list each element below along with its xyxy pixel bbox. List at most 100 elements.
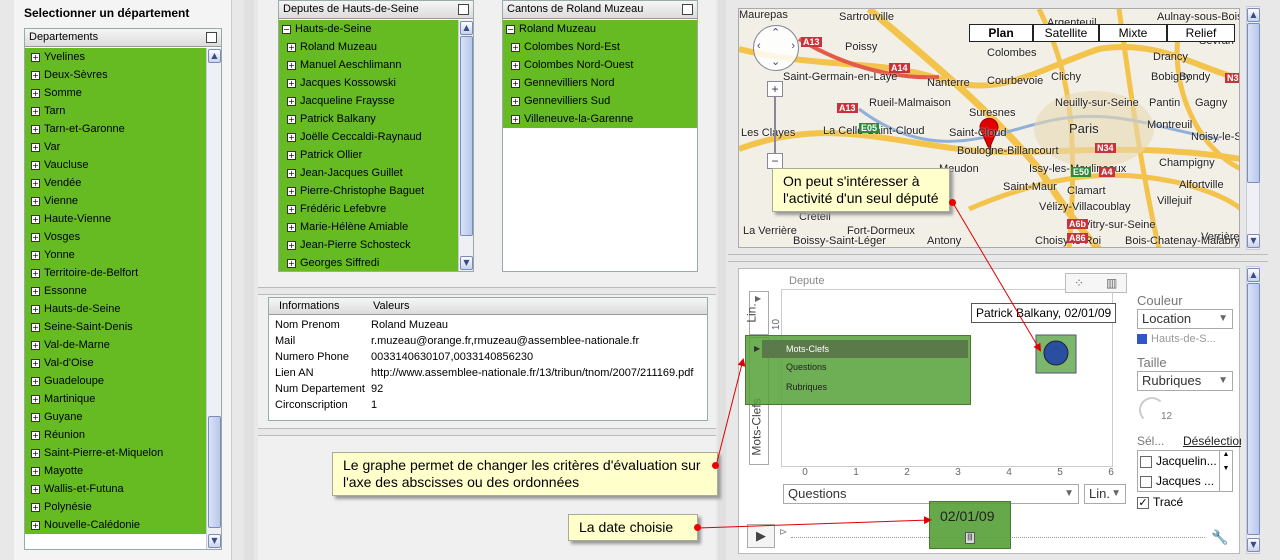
expand-icon[interactable]: + bbox=[287, 204, 296, 214]
expand-icon[interactable]: + bbox=[31, 466, 40, 476]
expand-icon[interactable]: + bbox=[287, 186, 296, 196]
expand-icon[interactable]: + bbox=[31, 250, 40, 260]
deselect-link[interactable]: Désélection bbox=[1183, 434, 1241, 448]
dept-list-item[interactable]: + Haute-Vienne bbox=[25, 210, 206, 228]
dept-list-item[interactable]: + Hauts-de-Seine bbox=[25, 300, 206, 318]
bubble-view-icon[interactable]: ⁘ bbox=[1074, 276, 1084, 290]
axis-popup[interactable]: Mots-Clefs ▶ Questions Rubriques bbox=[745, 335, 971, 405]
dept-list-item[interactable]: + Yvelines bbox=[25, 48, 206, 66]
dept-list-item[interactable]: + Guyane bbox=[25, 408, 206, 426]
dept-list-item[interactable]: + Tarn bbox=[25, 102, 206, 120]
dept-list-item[interactable]: + Var bbox=[25, 138, 206, 156]
deputes-root-item[interactable]: − Hauts-de-Seine bbox=[279, 20, 458, 38]
expand-icon[interactable]: + bbox=[31, 178, 40, 188]
scroll-down-icon[interactable]: ▼ bbox=[460, 256, 473, 270]
play-button[interactable]: ▶ bbox=[747, 524, 775, 548]
zoom-slider[interactable]: + − bbox=[767, 81, 783, 169]
dept-list-item[interactable]: + Essonne bbox=[25, 282, 206, 300]
dept-list-item[interactable]: + Vendée bbox=[25, 174, 206, 192]
map-type-plan[interactable]: Plan bbox=[969, 24, 1033, 42]
expand-icon[interactable]: + bbox=[31, 196, 40, 206]
dept-list-item[interactable]: + Guadeloupe bbox=[25, 372, 206, 390]
depute-list-item[interactable]: + Jacqueline Fraysse bbox=[279, 92, 458, 110]
right-splitter-h[interactable] bbox=[728, 254, 1268, 262]
collapse-icon[interactable]: − bbox=[506, 24, 515, 34]
expand-icon[interactable]: + bbox=[287, 96, 296, 106]
popup-item-mots-clefs[interactable]: Mots-Clefs bbox=[762, 340, 968, 358]
collapse-icon[interactable]: − bbox=[282, 24, 291, 34]
dept-list-item[interactable]: + Martinique bbox=[25, 390, 206, 408]
expand-icon[interactable]: + bbox=[287, 150, 296, 160]
expand-icon[interactable]: + bbox=[31, 412, 40, 422]
expand-icon[interactable]: + bbox=[31, 322, 40, 332]
map-type-mixte[interactable]: Mixte bbox=[1099, 24, 1167, 42]
cantons-root-item[interactable]: − Roland Muzeau bbox=[503, 20, 697, 38]
expand-icon[interactable]: + bbox=[31, 232, 40, 242]
depute-list-item[interactable]: + Manuel Aeschlimann bbox=[279, 56, 458, 74]
depute-list-item[interactable]: + Joëlle Ceccaldi-Raynaud bbox=[279, 128, 458, 146]
expand-icon[interactable]: + bbox=[31, 52, 40, 62]
expand-icon[interactable]: + bbox=[31, 304, 40, 314]
expand-icon[interactable]: + bbox=[31, 340, 40, 350]
popup-item-rubriques[interactable]: Rubriques bbox=[786, 382, 827, 392]
checkbox[interactable] bbox=[1140, 475, 1152, 488]
trace-option[interactable]: ✓ Tracé bbox=[1137, 495, 1183, 509]
expand-icon[interactable]: + bbox=[287, 42, 296, 52]
taille-dropdown[interactable]: Rubriques ▼ bbox=[1137, 371, 1233, 391]
expand-icon[interactable]: + bbox=[31, 88, 40, 98]
depute-list-item[interactable]: + Frédéric Lefebvre bbox=[279, 200, 458, 218]
speed-icon[interactable]: ⊳ bbox=[779, 527, 787, 538]
depute-list-item[interactable]: + Pierre-Christophe Baguet bbox=[279, 182, 458, 200]
canton-list-item[interactable]: + Colombes Nord-Ouest bbox=[503, 56, 697, 74]
dept-scrollbar[interactable]: ▲ ▼ bbox=[206, 48, 221, 549]
scroll-thumb[interactable] bbox=[1247, 23, 1260, 183]
scroll-thumb[interactable] bbox=[1247, 283, 1260, 535]
map-panel[interactable]: SartrouvilleSaint-DenisAulnay-sous-BoisP… bbox=[738, 8, 1240, 248]
scroll-thumb[interactable] bbox=[460, 36, 473, 236]
expand-icon[interactable]: + bbox=[287, 222, 296, 232]
expand-icon[interactable]: + bbox=[287, 168, 296, 178]
middle-splitter-1[interactable] bbox=[258, 287, 716, 295]
expand-icon[interactable]: + bbox=[31, 484, 40, 494]
expand-icon[interactable]: + bbox=[31, 376, 40, 386]
scroll-up-icon[interactable]: ▲ bbox=[460, 21, 473, 35]
columns-icon[interactable] bbox=[458, 4, 469, 15]
map-type-satellite[interactable]: Satellite bbox=[1033, 24, 1099, 42]
x-scale-dropdown[interactable]: Lin. ▼ bbox=[1084, 484, 1126, 504]
zoom-in-icon[interactable]: + bbox=[767, 81, 783, 97]
info-value[interactable]: http://www.assemblee-nationale.fr/13/tri… bbox=[371, 365, 693, 381]
dept-list-item[interactable]: + Territoire-de-Belfort bbox=[25, 264, 206, 282]
middle-splitter-2[interactable] bbox=[258, 428, 716, 436]
dept-list[interactable]: Departements + Yvelines + Deux-Sèvres + Somme… bbox=[24, 28, 222, 550]
depute-list-item[interactable]: + Jacques Kossowski bbox=[279, 74, 458, 92]
depute-list-item[interactable]: + Patrick Balkany bbox=[279, 110, 458, 128]
couleur-dropdown[interactable]: Location ▼ bbox=[1137, 309, 1233, 329]
depute-list-item[interactable]: + Georges Siffredi bbox=[279, 254, 458, 271]
map-scrollbar[interactable]: ▲ ▼ bbox=[1246, 6, 1260, 250]
checkbox[interactable] bbox=[1140, 455, 1152, 468]
canton-list-item[interactable]: + Gennevilliers Nord bbox=[503, 74, 697, 92]
expand-icon[interactable]: + bbox=[511, 78, 520, 88]
depute-list-item[interactable]: + Patrick Ollier bbox=[279, 146, 458, 164]
dept-list-item[interactable]: + Val-de-Marne bbox=[25, 336, 206, 354]
dept-list-item[interactable]: + Vaucluse bbox=[25, 156, 206, 174]
right-splitter[interactable] bbox=[718, 0, 726, 560]
dept-list-item[interactable]: + Polynésie bbox=[25, 498, 206, 516]
expand-icon[interactable]: + bbox=[31, 520, 40, 530]
scroll-up-icon[interactable]: ▲ bbox=[1247, 268, 1260, 282]
bar-view-icon[interactable]: ▥ bbox=[1106, 276, 1117, 290]
scroll-thumb[interactable] bbox=[208, 416, 221, 528]
scroll-up-icon[interactable]: ▲ bbox=[1247, 8, 1260, 22]
dept-list-item[interactable]: + Somme bbox=[25, 84, 206, 102]
deputes-list[interactable]: Deputes de Hauts-de-Seine − Hauts-de-Sein… bbox=[278, 0, 474, 272]
popup-item-questions[interactable]: Questions bbox=[786, 362, 827, 372]
expand-icon[interactable]: + bbox=[31, 124, 40, 134]
map-type-relief[interactable]: Relief bbox=[1167, 24, 1235, 42]
expand-icon[interactable]: + bbox=[511, 42, 520, 52]
selection-scrollbar[interactable]: ▲ ▼ bbox=[1219, 451, 1232, 491]
dept-list-item[interactable]: + Saint-Pierre-et-Miquelon bbox=[25, 444, 206, 462]
expand-icon[interactable]: + bbox=[287, 60, 296, 70]
cantons-header[interactable]: Cantons de Roland Muzeau bbox=[503, 1, 697, 19]
expand-icon[interactable]: + bbox=[31, 214, 40, 224]
dept-list-header[interactable]: Departements bbox=[25, 29, 221, 47]
